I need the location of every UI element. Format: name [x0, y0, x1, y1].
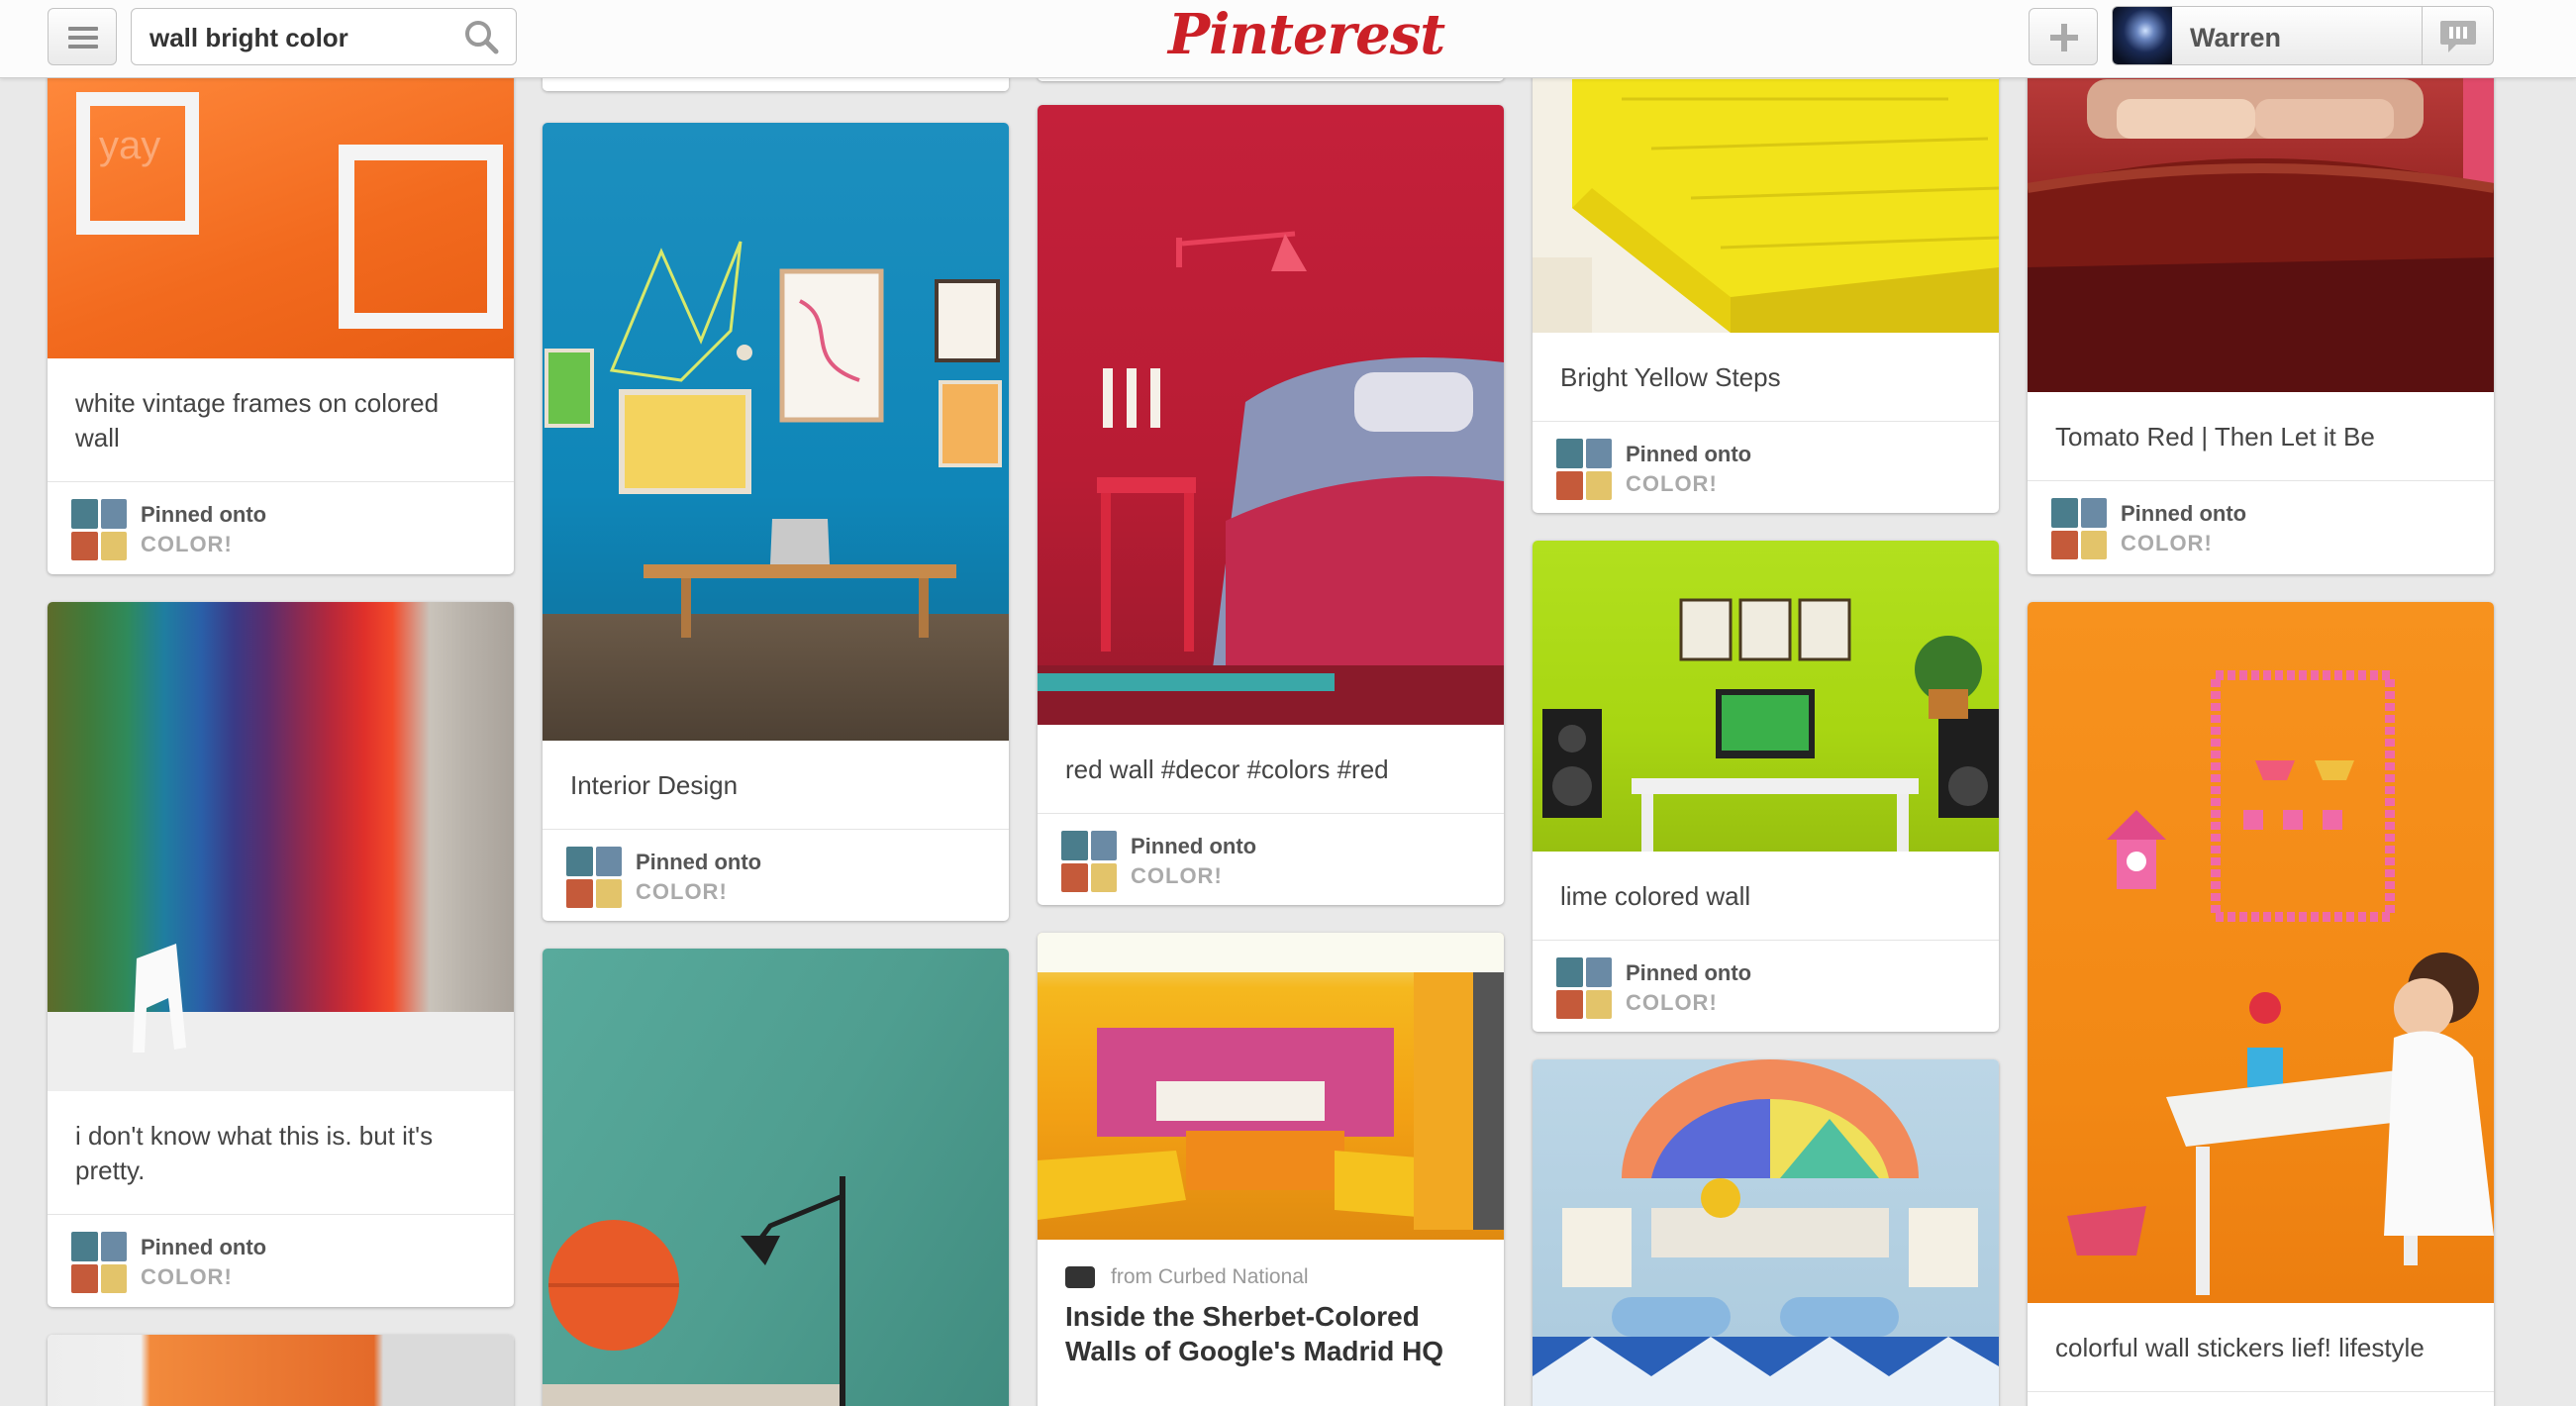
pinned-onto-label: Pinned onto — [141, 502, 267, 527]
pin-image[interactable] — [48, 602, 514, 1091]
pin-image[interactable] — [1533, 541, 1999, 852]
pinned-onto-board[interactable]: Pinned onto COLOR! — [543, 830, 1009, 921]
pin-image[interactable] — [1533, 40, 1999, 333]
pinned-onto-label: Pinned onto — [1626, 960, 1752, 985]
pin-image[interactable] — [1038, 933, 1504, 1240]
board-name-link[interactable]: COLOR! — [141, 1262, 266, 1292]
board-thumbnail — [71, 1232, 127, 1293]
avatar — [2113, 7, 2172, 64]
board-thumbnail — [71, 499, 127, 560]
pin-card[interactable]: colorful wall stickers lief! lifestyle — [2028, 602, 2494, 1406]
pin-description: red wall #decor #colors #red — [1038, 725, 1504, 814]
board-name-link[interactable]: COLOR! — [1626, 469, 1751, 499]
pin-image[interactable] — [48, 1335, 514, 1406]
pin-image[interactable] — [2028, 40, 2494, 392]
pin-image[interactable] — [1038, 105, 1504, 725]
pin-image[interactable] — [2028, 602, 2494, 1303]
menu-button[interactable] — [48, 8, 117, 65]
board-thumbnail — [1061, 831, 1117, 892]
pin-card[interactable]: Tomato Red | Then Let it Be Pinned onto … — [2028, 40, 2494, 574]
pin-description: Bright Yellow Steps — [1533, 333, 1999, 422]
source-logo-icon — [1065, 1266, 1095, 1288]
pin-description: i don't know what this is. but it's pret… — [48, 1091, 514, 1215]
pin-card[interactable] — [1533, 1059, 1999, 1406]
pinned-onto-board[interactable]: Pinned onto COLOR! — [1533, 941, 1999, 1032]
pin-description: white vintage frames on colored wall — [48, 358, 514, 482]
pinned-onto-label: Pinned onto — [636, 850, 762, 874]
pinned-onto-board[interactable]: Pinned onto COLOR! — [48, 1215, 514, 1307]
add-pin-button[interactable] — [2029, 8, 2098, 65]
pinterest-logo[interactable]: Pinterest — [1168, 2, 1445, 67]
pin-card[interactable]: Interior Design Pinned onto COLOR! — [543, 123, 1009, 921]
pin-card[interactable]: Bright Yellow Steps Pinned onto COLOR! — [1533, 40, 1999, 513]
pin-description: colorful wall stickers lief! lifestyle — [2028, 1303, 2494, 1392]
source-label: from Curbed National — [1111, 1265, 1309, 1288]
pin-image[interactable] — [1533, 1059, 1999, 1406]
pin-image[interactable] — [543, 123, 1009, 741]
pinned-onto-board[interactable]: Pinned onto COLOR! — [48, 482, 514, 574]
pin-source[interactable]: from Curbed National — [1038, 1240, 1504, 1289]
board-thumbnail — [2051, 498, 2107, 559]
pinned-onto-label: Pinned onto — [1626, 442, 1752, 466]
board-thumbnail — [1556, 957, 1612, 1019]
username: Warren — [2190, 23, 2282, 52]
board-name-link[interactable]: COLOR! — [141, 530, 266, 559]
search-query-text[interactable]: wall bright color — [149, 23, 348, 53]
board-name-link[interactable]: COLOR! — [2121, 529, 2246, 558]
pin-description: lime colored wall — [1533, 852, 1999, 941]
pin-card[interactable]: lime colored wall Pinned onto COLOR! — [1533, 541, 1999, 1032]
plus-icon — [2050, 24, 2078, 51]
board-name-link[interactable]: COLOR! — [636, 877, 761, 907]
top-navigation-bar: wall bright color Pinterest Warren — [0, 0, 2576, 78]
pin-description: Inside the Sherbet-Colored Walls of Goog… — [1065, 1301, 1444, 1366]
pin-description: Tomato Red | Then Let it Be — [2028, 392, 2494, 481]
user-profile-button[interactable]: Warren — [2112, 6, 2494, 65]
notifications-button[interactable] — [2422, 7, 2493, 64]
pin-card[interactable]: from Curbed National Inside the Sherbet-… — [1038, 933, 1504, 1406]
pinned-onto-board[interactable]: Pinned onto COLOR! — [1038, 814, 1504, 905]
pin-card[interactable]: yay white vintage frames on colored wall… — [48, 59, 514, 574]
pinned-onto-board[interactable]: Pinned onto COLOR! — [2028, 481, 2494, 574]
pin-image[interactable]: yay — [48, 59, 514, 358]
pin-description: Interior Design — [543, 741, 1009, 830]
pin-image[interactable] — [543, 949, 1009, 1406]
search-icon[interactable] — [462, 18, 502, 57]
board-thumbnail — [1556, 439, 1612, 500]
hamburger-menu-icon — [68, 27, 98, 49]
pinned-onto-label: Pinned onto — [141, 1235, 267, 1259]
notifications-icon — [2440, 21, 2476, 52]
pin-card[interactable]: i don't know what this is. but it's pret… — [48, 602, 514, 1307]
pinned-onto-label: Pinned onto — [2121, 501, 2247, 526]
board-name-link[interactable]: COLOR! — [1626, 988, 1751, 1018]
board-thumbnail — [566, 847, 622, 908]
pinned-onto-board[interactable]: Pinned onto COLOR! — [1533, 422, 1999, 513]
pin-card[interactable]: red wall #decor #colors #red Pinned onto… — [1038, 105, 1504, 905]
pinned-onto-label: Pinned onto — [1131, 834, 1257, 858]
svg-text:yay: yay — [99, 124, 160, 167]
board-name-link[interactable]: COLOR! — [1131, 861, 1256, 891]
pin-card[interactable] — [543, 949, 1009, 1406]
pin-card[interactable] — [48, 1335, 514, 1406]
search-input[interactable]: wall bright color — [131, 8, 517, 65]
